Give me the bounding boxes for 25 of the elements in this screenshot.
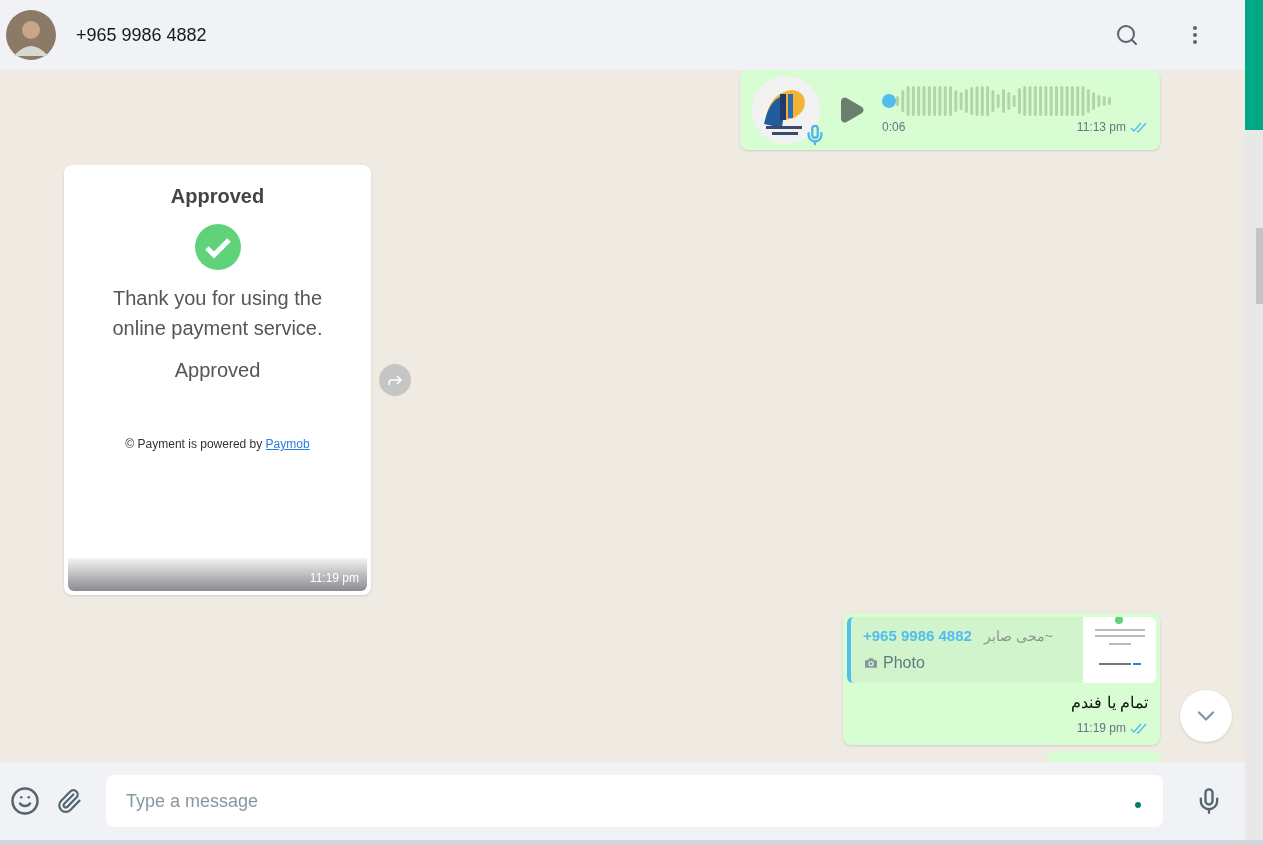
quoted-media-label: Photo <box>883 653 925 674</box>
message-text: تمام يا فندم <box>1070 693 1149 714</box>
contact-name[interactable]: +965 9986 4882 <box>76 21 1095 49</box>
payment-footer: © Payment is powered by Paymob <box>125 435 310 453</box>
voice-duration: 0:06 <box>882 119 906 136</box>
message-time: 11:19 pm <box>1076 720 1126 737</box>
search-button[interactable] <box>1115 23 1139 47</box>
scrollbar-thumb[interactable] <box>1256 228 1263 304</box>
message-time: 11:19 pm <box>309 570 359 587</box>
emoji-button[interactable] <box>10 786 40 816</box>
payment-message: Thank you for using the online payment service. <box>111 286 324 341</box>
paymob-link[interactable]: Paymob <box>265 437 310 451</box>
menu-icon <box>1193 26 1197 44</box>
quoted-name: ~محى صابر <box>983 626 1053 647</box>
payment-title: Approved <box>170 184 265 209</box>
quoted-sender: +965 9986 4882 <box>863 625 972 646</box>
avatar[interactable] <box>6 10 56 60</box>
message-time: 11:13 pm <box>1076 119 1126 136</box>
scrollbar-thumb[interactable] <box>1245 0 1263 130</box>
payment-status: Approved <box>174 358 261 383</box>
microphone-icon <box>804 124 826 146</box>
message-input[interactable]: Type a message <box>106 775 1163 827</box>
attach-button[interactable] <box>56 788 82 814</box>
check-circle-icon <box>193 223 242 271</box>
image-message[interactable]: Approved Thank you for using the online payment service. Approved © Payment is powered by Paymob 11:19 pm <box>64 165 371 595</box>
